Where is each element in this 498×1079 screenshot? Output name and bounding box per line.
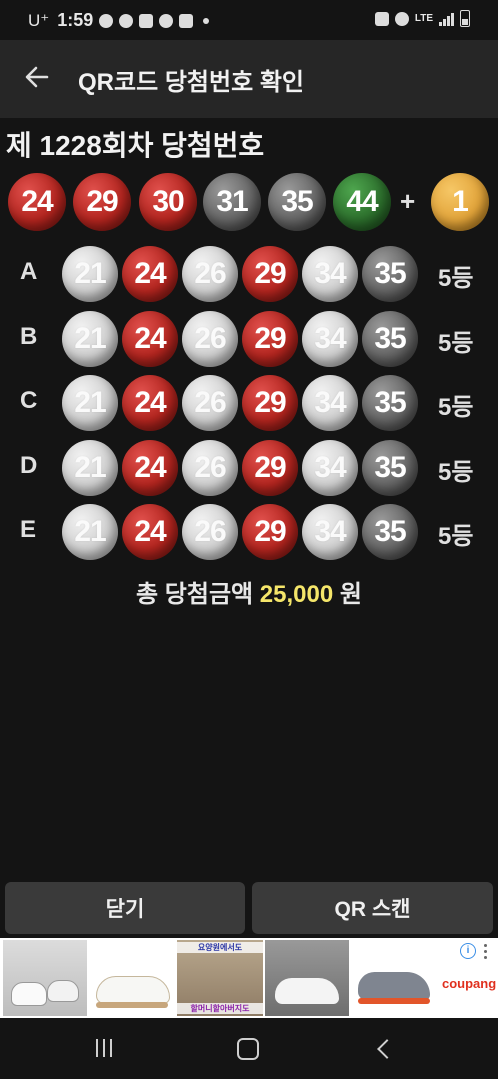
arrow-left-icon[interactable] — [22, 62, 52, 92]
recent-apps-icon[interactable] — [96, 1039, 118, 1057]
ticket-rank: 5등 — [438, 458, 474, 486]
ad-product-image[interactable] — [352, 940, 436, 1016]
ad-caption: 요양원에서도 — [177, 942, 263, 953]
ticket-label: A — [20, 258, 38, 285]
unmatched-number-ball: 26 — [182, 375, 238, 431]
unmatched-number-ball: 21 — [62, 310, 118, 367]
back-icon[interactable] — [377, 1039, 397, 1059]
ticket-label: D — [20, 451, 38, 479]
network-type: LTE — [414, 13, 433, 24]
matched-number-ball: 24 — [122, 375, 178, 431]
matched-number-ball: 29 — [242, 310, 298, 367]
unmatched-number-ball: 34 — [302, 246, 358, 302]
more-vertical-icon[interactable] — [484, 944, 488, 960]
winning-ball: 29 — [73, 173, 131, 231]
unmatched-number-ball: 26 — [182, 310, 238, 367]
unmatched-number-ball: 34 — [302, 504, 358, 560]
ticket-rank: 5등 — [438, 394, 474, 421]
app-notification-icon — [99, 13, 114, 28]
person-icon — [159, 13, 174, 28]
matched-number-ball: 29 — [242, 375, 298, 431]
info-icon[interactable]: i — [460, 943, 476, 959]
winning-ball: 24 — [8, 173, 66, 231]
matched-number-ball: 35 — [362, 439, 418, 496]
plus-sign: + — [400, 186, 416, 216]
ticket-rank: 5등 — [438, 329, 474, 357]
total-prize: 총 당첨금액 25,000 원 — [0, 574, 498, 609]
ad-banner[interactable]: 요양원에서도 할머니할아버지도 i coupang — [0, 938, 498, 1018]
winning-ball: 31 — [203, 173, 261, 231]
qr-scan-button[interactable]: QR 스캔 — [252, 882, 493, 934]
close-button[interactable]: 닫기 — [5, 882, 245, 934]
alarm-icon — [394, 11, 409, 26]
bonus-ball: 1 — [431, 173, 489, 231]
status-bar: U⁺ 1:59 LTE — [0, 0, 498, 40]
timer-icon — [119, 13, 134, 28]
unmatched-number-ball: 34 — [302, 310, 358, 367]
more-notifications-dot — [203, 17, 210, 24]
unmatched-number-ball: 34 — [302, 375, 358, 431]
matched-number-ball: 35 — [362, 246, 418, 302]
ad-brand-logo: coupang — [442, 976, 497, 991]
ad-product-image[interactable] — [90, 940, 174, 1016]
unmatched-number-ball: 34 — [302, 439, 358, 496]
matched-number-ball: 29 — [242, 504, 298, 560]
ad-product-image[interactable]: 요양원에서도 할머니할아버지도 — [177, 940, 263, 1016]
ad-product-image[interactable] — [265, 940, 349, 1016]
matched-number-ball: 29 — [242, 246, 298, 302]
ticket-label: C — [20, 387, 38, 414]
total-suffix: 원 — [339, 581, 362, 608]
app-icon — [374, 11, 389, 26]
winning-ball: 30 — [139, 173, 197, 231]
ticket-label: E — [20, 516, 37, 543]
home-icon[interactable] — [237, 1038, 259, 1060]
system-nav-bar — [0, 1018, 498, 1079]
unmatched-number-ball: 21 — [62, 439, 118, 496]
total-amount: 25,000 — [259, 581, 334, 608]
matched-number-ball: 24 — [122, 310, 178, 367]
unmatched-number-ball: 26 — [182, 504, 238, 560]
status-right: LTE — [374, 10, 470, 27]
app-bar: QR코드 당첨번호 확인 — [0, 40, 498, 118]
unmatched-number-ball: 26 — [182, 246, 238, 302]
signal-icon — [439, 12, 454, 26]
matched-number-ball: 35 — [362, 375, 418, 431]
total-prefix: 총 당첨금액 — [136, 581, 254, 608]
matched-number-ball: 24 — [122, 246, 178, 302]
page-title: QR코드 당첨번호 확인 — [78, 69, 304, 96]
matched-number-ball: 35 — [362, 504, 418, 560]
clock: 1:59 — [57, 10, 94, 30]
ad-caption: 할머니할아버지도 — [177, 1003, 263, 1014]
unmatched-number-ball: 21 — [62, 504, 118, 560]
unmatched-number-ball: 21 — [62, 375, 118, 431]
unmatched-number-ball: 26 — [182, 439, 238, 496]
ticket-label: B — [20, 322, 38, 350]
battery-icon — [460, 10, 470, 27]
ticket-rank: 5등 — [438, 523, 474, 550]
carrier-label: U⁺ — [28, 10, 50, 30]
matched-number-ball: 29 — [242, 439, 298, 496]
round-title: 제 1228회차 당첨번호 — [6, 130, 265, 161]
status-left: U⁺ 1:59 — [28, 10, 210, 31]
unmatched-number-ball: 21 — [62, 246, 118, 302]
image-icon — [179, 13, 194, 28]
winning-ball: 35 — [268, 173, 326, 231]
checkbox-icon — [139, 13, 154, 28]
matched-number-ball: 24 — [122, 504, 178, 560]
ad-product-image[interactable] — [3, 940, 87, 1016]
ticket-rank: 5등 — [438, 265, 474, 292]
winning-ball: 44 — [333, 173, 391, 231]
matched-number-ball: 35 — [362, 310, 418, 367]
matched-number-ball: 24 — [122, 439, 178, 496]
